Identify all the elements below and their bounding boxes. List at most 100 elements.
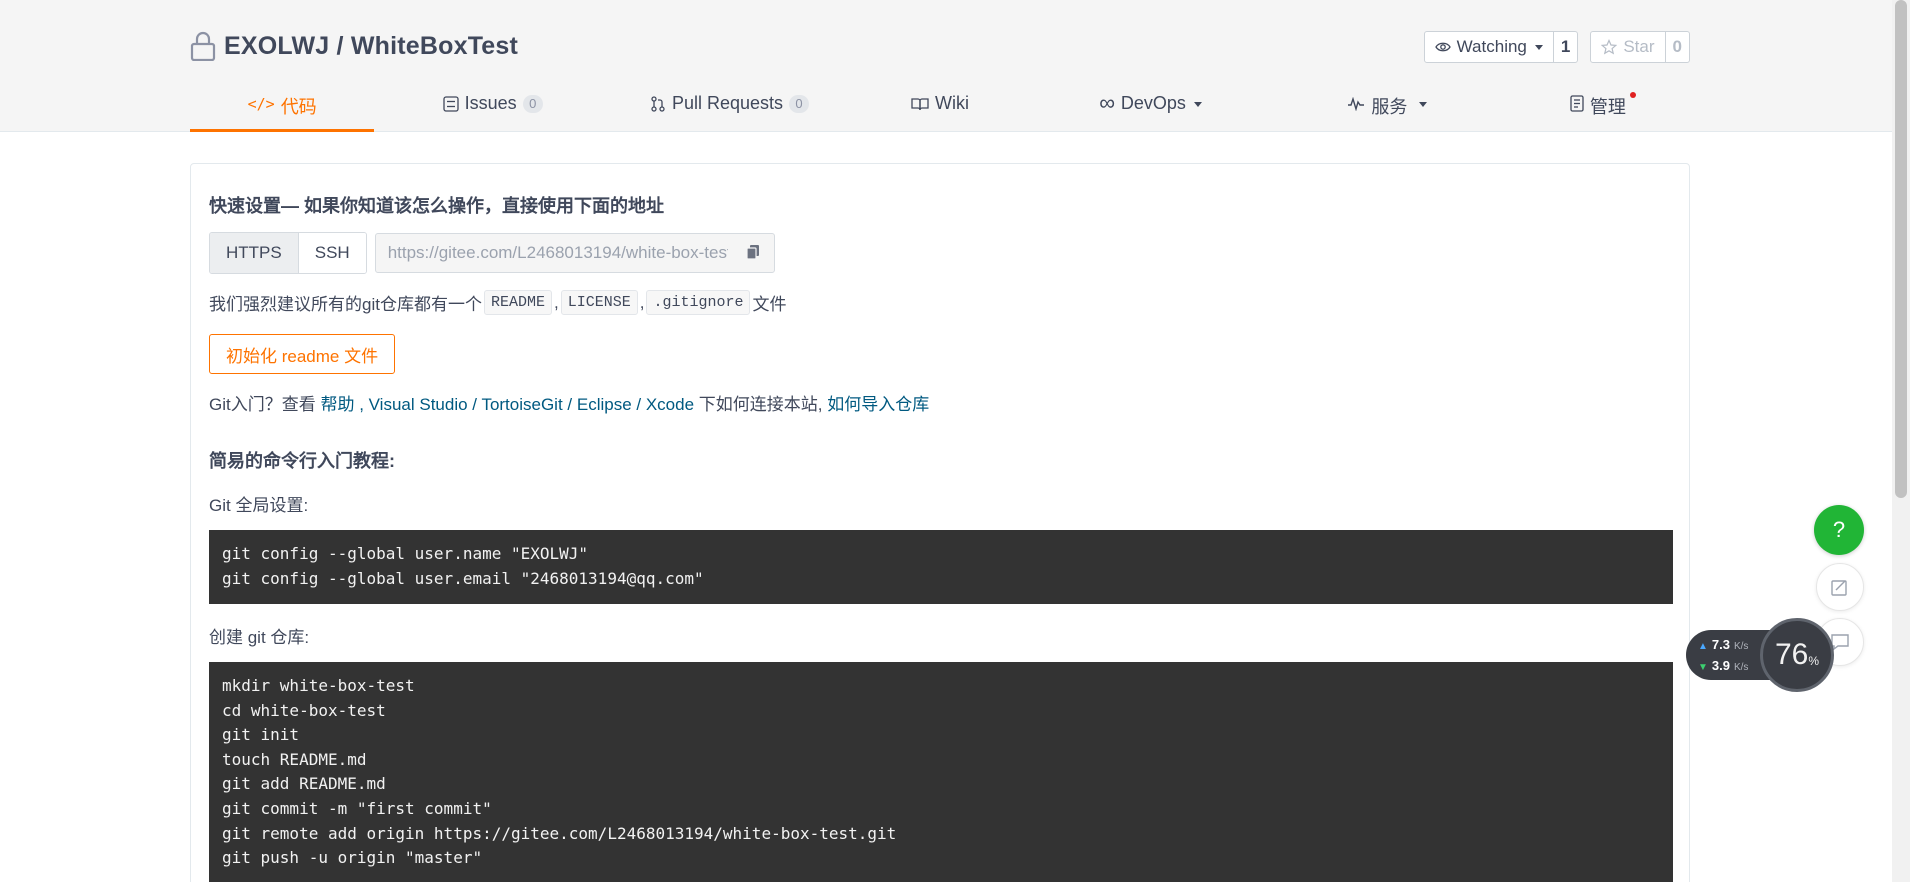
repo-header: EXOLWJ / WhiteBoxTest Watching 1 Star 0 … xyxy=(0,0,1910,132)
star-button-group: Star 0 xyxy=(1590,31,1690,63)
create-repo-code[interactable]: mkdir white-box-test cd white-box-test g… xyxy=(209,662,1673,882)
issues-count-badge: 0 xyxy=(522,95,543,113)
clone-url-box xyxy=(374,233,775,273)
tab-label: Wiki xyxy=(935,93,970,113)
recommend-prefix: 我们强烈建议所有的git仓库都有一个 xyxy=(209,295,482,314)
tab-label: Pull Requests xyxy=(671,93,783,113)
pr-count-badge: 0 xyxy=(789,95,809,113)
speed-unit: K/s xyxy=(1733,641,1749,652)
recommend-text: 我们强烈建议所有的git仓库都有一个 README , LICENSE , .g… xyxy=(209,290,786,315)
gitignore-file: .gitignore xyxy=(646,290,751,315)
tab-code[interactable]: </> 代码 xyxy=(190,86,375,132)
separator: , xyxy=(639,292,645,312)
watch-label: Watching xyxy=(1456,37,1527,56)
git-intro: Git入门？查看 帮助 , Visual Studio / TortoiseGi… xyxy=(209,390,929,415)
download-speed: ▼ 3.9 K/s xyxy=(1698,658,1748,673)
git-intro-prefix: Git入门？查看 xyxy=(209,395,316,414)
watch-count[interactable]: 1 xyxy=(1554,32,1577,62)
tab-pull-requests[interactable]: Pull Requests 0 xyxy=(611,86,848,132)
https-button[interactable]: HTTPS xyxy=(210,233,299,273)
help-link[interactable]: 帮助 xyxy=(320,395,354,414)
download-speed-value: 3.9 xyxy=(1711,658,1730,673)
tab-services[interactable]: 服务 xyxy=(1269,86,1506,132)
tab-label: Issues xyxy=(464,93,517,113)
eye-icon xyxy=(1434,42,1451,52)
recommend-suffix: 文件 xyxy=(752,295,787,314)
tab-manage[interactable]: 管理 xyxy=(1506,86,1690,132)
star-button[interactable]: Star xyxy=(1591,32,1666,62)
clone-url-input[interactable] xyxy=(387,243,728,263)
code-line: git config --global user.name "EXOLWJ" xyxy=(222,544,589,563)
star-label: Star xyxy=(1623,37,1655,56)
chevron-down-icon xyxy=(1534,44,1543,50)
global-settings-label: Git 全局设置: xyxy=(209,496,309,515)
tab-wiki[interactable]: Wiki xyxy=(848,86,1032,132)
tab-issues[interactable]: Issues 0 xyxy=(374,86,611,132)
separator: / xyxy=(631,395,646,414)
star-icon xyxy=(1601,39,1618,55)
gauge-unit: % xyxy=(1808,654,1820,668)
tutorial-title: 简易的命令行入门教程: xyxy=(209,451,395,471)
code-line: git push -u origin "master" xyxy=(222,848,483,868)
gauge-value: 76 xyxy=(1774,638,1809,671)
code-line: git remote add origin https://gitee.com/… xyxy=(222,823,897,843)
connect-text: 下如何连接本站, xyxy=(694,395,828,414)
xcode-link[interactable]: Xcode xyxy=(646,395,694,414)
create-repo-label: 创建 git 仓库: xyxy=(209,628,310,647)
pull-request-icon xyxy=(651,96,665,112)
edit-icon xyxy=(1831,580,1847,596)
readme-file: README xyxy=(483,290,552,315)
global-config-code[interactable]: git config --global user.name "EXOLWJ" g… xyxy=(209,530,1673,604)
issues-icon xyxy=(443,96,459,112)
code-icon: </> xyxy=(247,95,275,113)
tortoisegit-link[interactable]: TortoiseGit xyxy=(481,395,562,414)
code-line: git add README.md xyxy=(222,774,386,794)
pulse-icon xyxy=(1348,97,1365,111)
eclipse-link[interactable]: Eclipse xyxy=(577,395,632,414)
license-file: LICENSE xyxy=(560,290,638,315)
separator: / xyxy=(467,395,482,414)
init-readme-button[interactable]: 初始化 readme 文件 xyxy=(209,334,396,374)
separator: , xyxy=(553,292,559,312)
memory-gauge[interactable]: 76 % xyxy=(1760,618,1834,692)
feedback-button[interactable] xyxy=(1816,563,1864,611)
chevron-down-icon xyxy=(1193,102,1202,107)
manage-icon xyxy=(1570,95,1584,112)
tab-label: 服务 xyxy=(1371,97,1408,117)
repo-title: EXOLWJ / WhiteBoxTest xyxy=(190,28,518,64)
arrow-up-icon: ▲ xyxy=(1698,641,1708,652)
page-scrollbar[interactable] xyxy=(1892,0,1910,882)
code-line: git config --global user.email "24680131… xyxy=(222,568,704,588)
watch-button-group: Watching 1 xyxy=(1423,31,1579,63)
upload-speed-value: 7.3 xyxy=(1711,637,1730,652)
notification-dot xyxy=(1630,92,1637,98)
tab-label: 代码 xyxy=(280,97,317,117)
tab-label: 管理 xyxy=(1589,97,1626,117)
upload-speed: ▲ 7.3 K/s xyxy=(1698,637,1748,652)
code-line: mkdir white-box-test xyxy=(222,676,415,695)
speed-unit: K/s xyxy=(1733,662,1749,673)
star-count[interactable]: 0 xyxy=(1666,32,1689,62)
code-line: git init xyxy=(222,725,300,745)
import-repo-link[interactable]: 如何导入仓库 xyxy=(827,395,929,414)
protocol-switch: HTTPS SSH xyxy=(209,232,367,274)
infinity-icon: ∞ xyxy=(1099,90,1115,115)
arrow-down-icon: ▼ xyxy=(1698,662,1708,673)
copy-icon[interactable] xyxy=(746,244,760,260)
scrollbar-thumb[interactable] xyxy=(1895,0,1907,498)
quick-setup-card: 快速设置— 如果你知道该怎么操作，直接使用下面的地址 HTTPS SSH 我们强… xyxy=(190,163,1690,882)
lock-icon xyxy=(190,31,216,61)
help-button[interactable]: ? xyxy=(1814,505,1864,555)
repo-tabs: </> 代码 Issues 0 Pull Requests 0 Wiki ∞ D… xyxy=(190,86,1690,132)
repo-path[interactable]: EXOLWJ / WhiteBoxTest xyxy=(224,32,518,61)
separator: / xyxy=(562,395,577,414)
ssh-button[interactable]: SSH xyxy=(298,233,366,273)
tab-devops[interactable]: ∞ DevOps xyxy=(1032,86,1269,132)
visual-studio-link[interactable]: Visual Studio xyxy=(369,395,468,414)
code-line: git commit -m "first commit" xyxy=(222,798,492,818)
chevron-down-icon xyxy=(1419,102,1428,107)
code-line: touch README.md xyxy=(222,749,367,769)
quick-setup-title: 快速设置— 如果你知道该怎么操作，直接使用下面的地址 xyxy=(209,196,664,216)
watch-button[interactable]: Watching xyxy=(1425,32,1554,62)
clone-row: HTTPS SSH xyxy=(209,232,775,274)
